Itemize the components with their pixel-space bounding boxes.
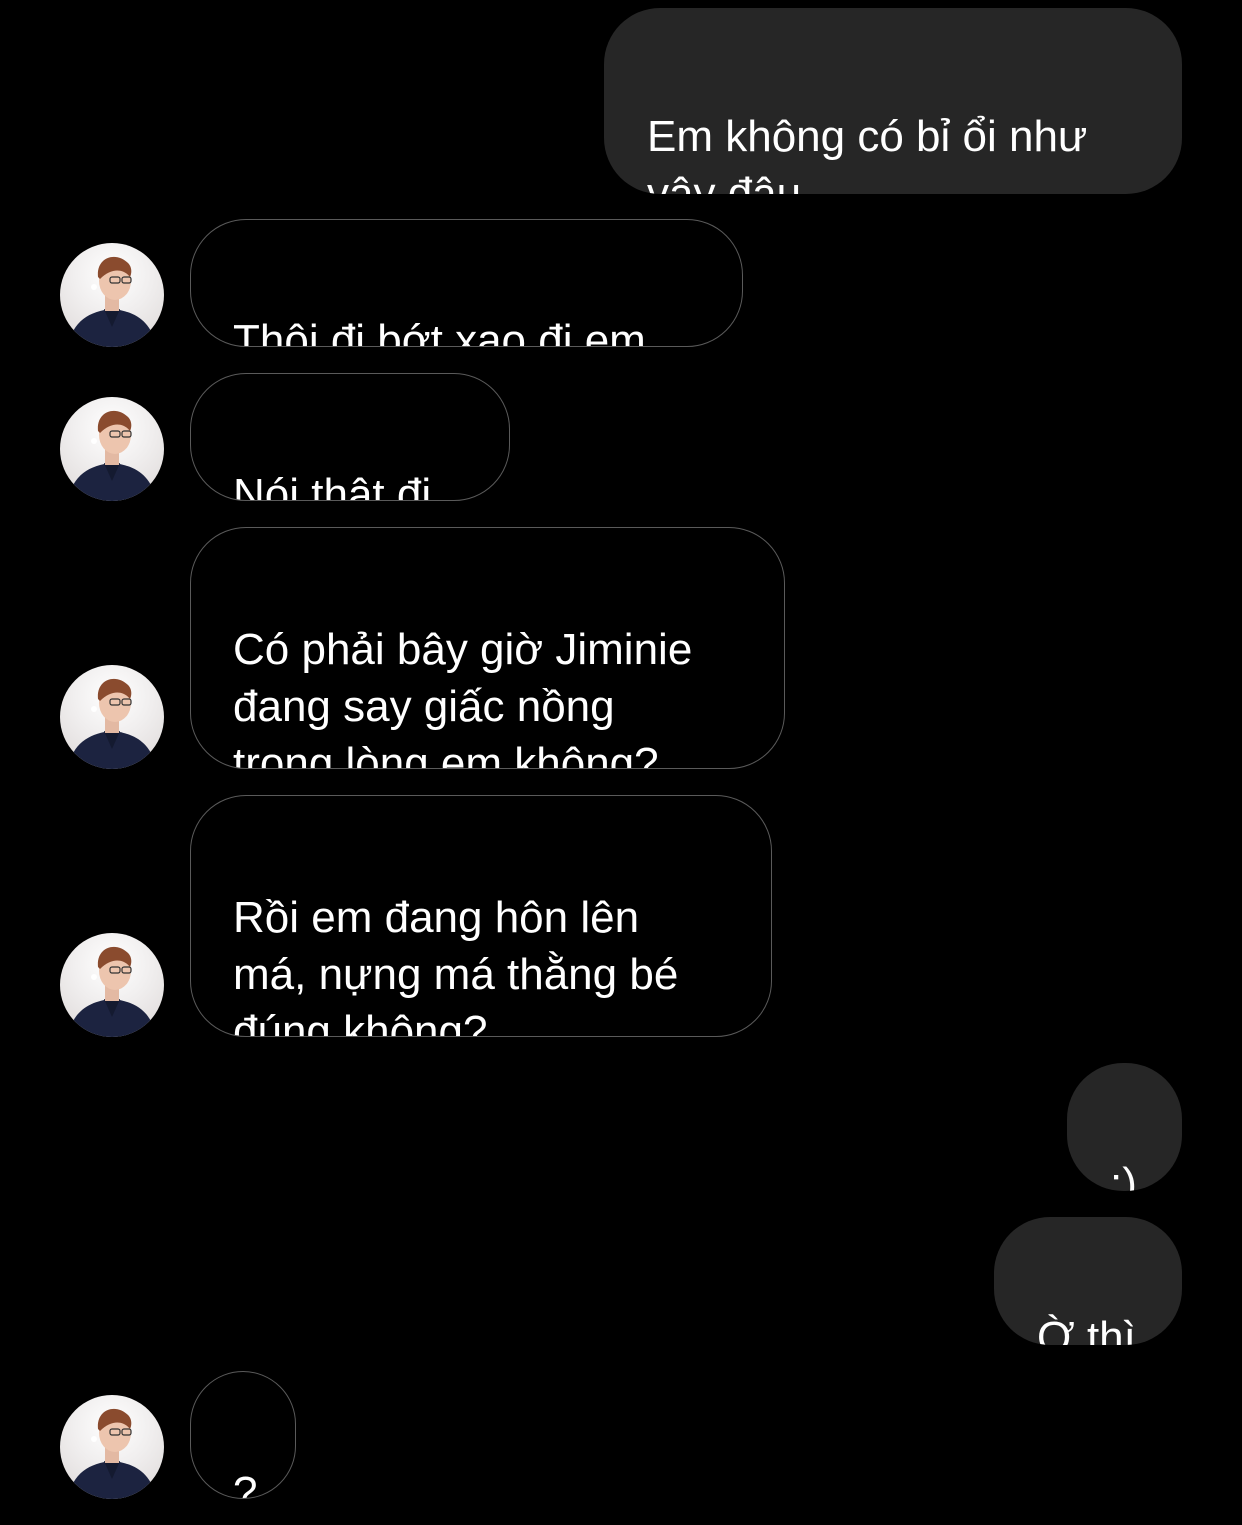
chat-thread: Em không có bỉ ổi như vậy đâu Thôi đi bớ… (0, 0, 1242, 1525)
sent-message-bubble[interactable]: Em không có bỉ ổi như vậy đâu (604, 8, 1182, 194)
sent-message-bubble[interactable]: :) (1067, 1063, 1182, 1191)
contact-avatar[interactable] (60, 397, 164, 501)
contact-avatar[interactable] (60, 933, 164, 1037)
received-message-bubble[interactable]: Rồi em đang hôn lên má, nựng má thằng bé… (190, 795, 772, 1037)
contact-avatar[interactable] (60, 243, 164, 347)
avatar-photo (68, 410, 156, 501)
contact-avatar[interactable] (60, 1395, 164, 1499)
received-message-bubble[interactable]: Thôi đi bớt xạo đi em (190, 219, 743, 347)
message-text: Rồi em đang hôn lên má, nựng má thằng bé… (233, 893, 679, 1037)
sent-message-bubble[interactable]: Ờ thì (994, 1217, 1182, 1345)
avatar-photo (68, 678, 156, 769)
message-text: :) (1110, 1159, 1137, 1191)
message-text: Thôi đi bớt xạo đi em (233, 316, 646, 347)
avatar-photo (68, 1408, 156, 1499)
message-text: Ờ thì (1037, 1313, 1136, 1345)
avatar-photo (68, 256, 156, 347)
message-text: Có phải bây giờ Jiminie đang say giấc nồ… (233, 625, 693, 769)
received-message-bubble[interactable]: ? (190, 1371, 296, 1499)
avatar-photo (68, 946, 156, 1037)
message-text: Em không có bỉ ổi như vậy đâu (647, 112, 1088, 194)
contact-avatar[interactable] (60, 665, 164, 769)
received-message-bubble[interactable]: Nói thật đi (190, 373, 510, 501)
message-text: ? (233, 1468, 258, 1499)
message-text: Nói thật đi (233, 470, 432, 501)
received-message-bubble[interactable]: Có phải bây giờ Jiminie đang say giấc nồ… (190, 527, 785, 769)
